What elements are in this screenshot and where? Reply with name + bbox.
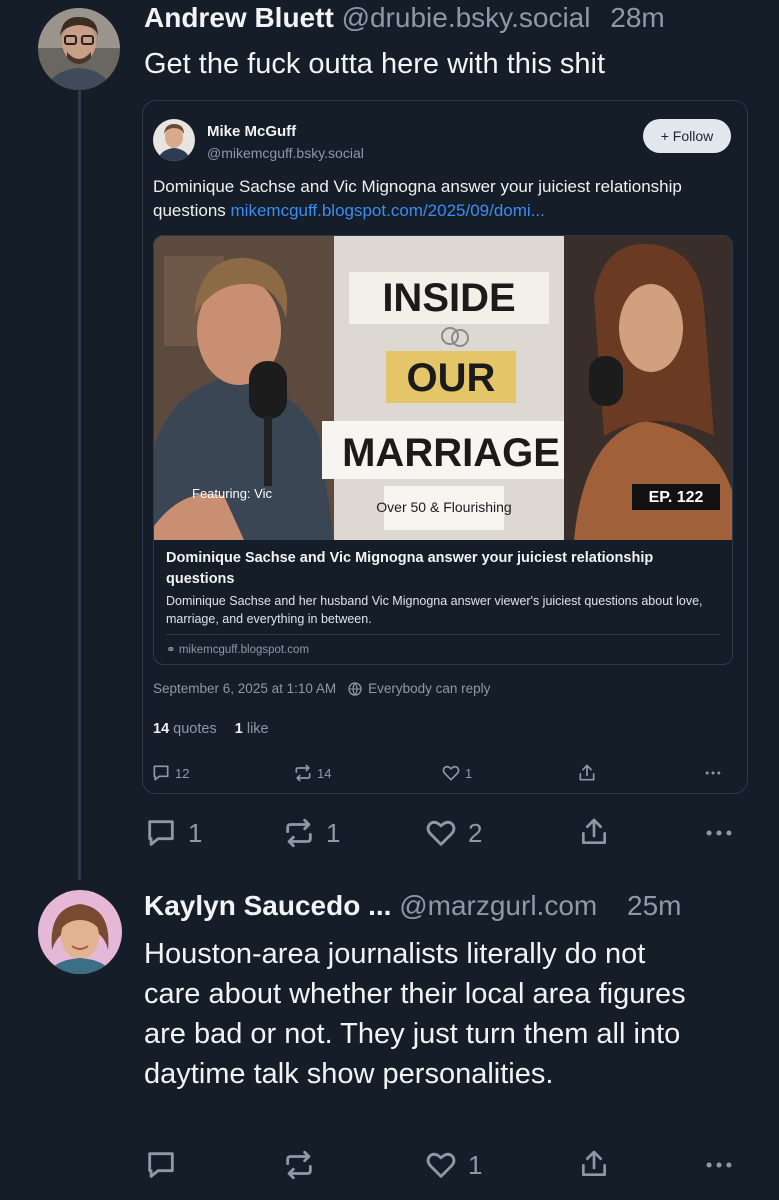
link-card-domain: ⚭ mikemcguff.blogspot.com	[166, 642, 309, 656]
share-icon	[582, 1150, 606, 1176]
post2-author-handle[interactable]: @marzgurl.com	[399, 890, 597, 921]
thumbnail-featuring: Featuring: Vic	[192, 486, 272, 501]
post1-reply-count: 1	[188, 817, 203, 848]
thumbnail-title-line1: INSIDE	[382, 276, 515, 320]
repost-icon	[286, 1150, 312, 1180]
post1-share-button[interactable]	[578, 816, 610, 848]
quotes-label: quotes	[173, 721, 217, 737]
thumbnail-title-line2: OUR	[407, 356, 496, 400]
thumbnail-title-line3: MARRIAGE	[342, 431, 560, 475]
quote-repost-button[interactable]: 14	[293, 763, 331, 783]
more-icon	[705, 771, 721, 775]
thumbnail-image: INSIDE OUR MARRIAGE Over 50 & Flourishin…	[154, 236, 732, 540]
post1-author-handle[interactable]: @drubie.bsky.social	[342, 2, 591, 33]
quote-author-handle[interactable]: @mikemcguff.bsky.social	[207, 145, 364, 161]
post1-more-button[interactable]	[702, 816, 736, 850]
heart-icon	[426, 820, 456, 846]
post2-reply-button[interactable]	[144, 1148, 178, 1182]
quote-share-button[interactable]	[577, 763, 597, 783]
quote-timestamp[interactable]: September 6, 2025 at 1:10 AM	[153, 681, 336, 696]
post1-actions: 1 1 2	[144, 816, 744, 860]
quotes-count: 14	[153, 721, 170, 737]
post2-header: Kaylyn Saucedo ... @marzgurl.com 25m	[144, 890, 681, 922]
post2-like-button[interactable]: 1	[424, 1148, 482, 1182]
thumbnail-episode: EP. 122	[649, 489, 704, 506]
thumbnail-tagline: Over 50 & Flourishing	[376, 499, 511, 515]
post1-author-name[interactable]: Andrew Bluett	[144, 2, 334, 33]
quote-meta: September 6, 2025 at 1:10 AM Everybody c…	[153, 681, 490, 696]
heart-icon	[442, 765, 460, 781]
post1-reply-button[interactable]: 1	[144, 816, 202, 850]
quote-text: Dominique Sachse and Vic Mignogna answer…	[153, 175, 743, 223]
post1-repost-count: 1	[326, 817, 341, 848]
quotes-stat[interactable]: 14 quotes	[153, 721, 217, 737]
heart-icon	[426, 1152, 456, 1178]
mike-mcguff-photo	[153, 119, 195, 161]
post2-share-button[interactable]	[578, 1148, 610, 1180]
repost-icon	[295, 764, 311, 782]
post1-like-button[interactable]: 2	[424, 816, 482, 850]
post2-actions: 1	[144, 1148, 744, 1192]
post2-repost-button[interactable]	[282, 1148, 316, 1182]
likes-count: 1	[234, 721, 243, 737]
avatar-kaylyn-saucedo[interactable]	[38, 890, 122, 974]
avatar-mike-mcguff[interactable]	[153, 119, 195, 161]
quote-more-button[interactable]	[703, 763, 723, 783]
thread-line	[78, 90, 81, 880]
reply-icon	[153, 765, 169, 781]
reply-setting: Everybody can reply	[368, 681, 491, 696]
andrew-bluett-photo	[38, 8, 120, 90]
link-card-divider	[166, 634, 720, 635]
post1-header: Andrew Bluett @drubie.bsky.social 28m	[144, 2, 665, 34]
reply-icon	[148, 1152, 174, 1178]
link-card-title[interactable]: Dominique Sachse and Vic Mignogna answer…	[166, 548, 716, 590]
quote-link[interactable]: mikemcguff.blogspot.com/2025/09/domi...	[231, 201, 545, 220]
post2-text: Houston-area journalists literally do no…	[144, 938, 686, 1090]
quote-reply-count: 12	[175, 765, 190, 781]
quote-like-button[interactable]: 1	[441, 763, 472, 783]
link-card[interactable]: INSIDE OUR MARRIAGE Over 50 & Flourishin…	[153, 235, 733, 665]
reply-icon	[148, 820, 174, 846]
avatar-andrew-bluett[interactable]	[38, 8, 120, 90]
quote-reply-button[interactable]: 12	[151, 763, 189, 783]
quote-stats: 14 quotes 1 like	[153, 721, 269, 737]
share-icon	[582, 818, 606, 844]
follow-button[interactable]: + Follow	[643, 119, 731, 153]
more-icon	[706, 830, 732, 836]
quote-card[interactable]: Mike McGuff @mikemcguff.bsky.social + Fo…	[142, 100, 748, 794]
quote-actions: 12 14 1	[151, 763, 731, 787]
likes-stat[interactable]: 1 like	[235, 721, 269, 737]
post1-text: Get the fuck outta here with this shit	[144, 48, 606, 80]
post1-repost-button[interactable]: 1	[282, 816, 340, 850]
likes-label: like	[246, 721, 269, 737]
link-card-thumbnail[interactable]: INSIDE OUR MARRIAGE Over 50 & Flourishin…	[154, 236, 732, 540]
more-icon	[706, 1162, 732, 1168]
globe-icon: ⚭	[166, 644, 176, 656]
repost-icon	[286, 818, 312, 848]
quote-repost-count: 14	[317, 765, 332, 781]
post2-like-count: 1	[468, 1149, 483, 1180]
share-icon	[579, 764, 595, 781]
link-card-description: Dominique Sachse and her husband Vic Mig…	[166, 594, 703, 626]
post1-like-count: 2	[468, 817, 483, 848]
quote-author-name[interactable]: Mike McGuff	[207, 123, 296, 140]
post1-timestamp[interactable]: 28m	[610, 2, 664, 33]
post2-timestamp[interactable]: 25m	[627, 890, 681, 921]
quote-like-count: 1	[465, 765, 473, 781]
globe-icon	[348, 681, 362, 696]
kaylyn-saucedo-photo	[38, 890, 122, 974]
post2-more-button[interactable]	[702, 1148, 736, 1182]
link-card-domain-text: mikemcguff.blogspot.com	[178, 644, 310, 656]
post2-author-name[interactable]: Kaylyn Saucedo ...	[144, 890, 391, 921]
